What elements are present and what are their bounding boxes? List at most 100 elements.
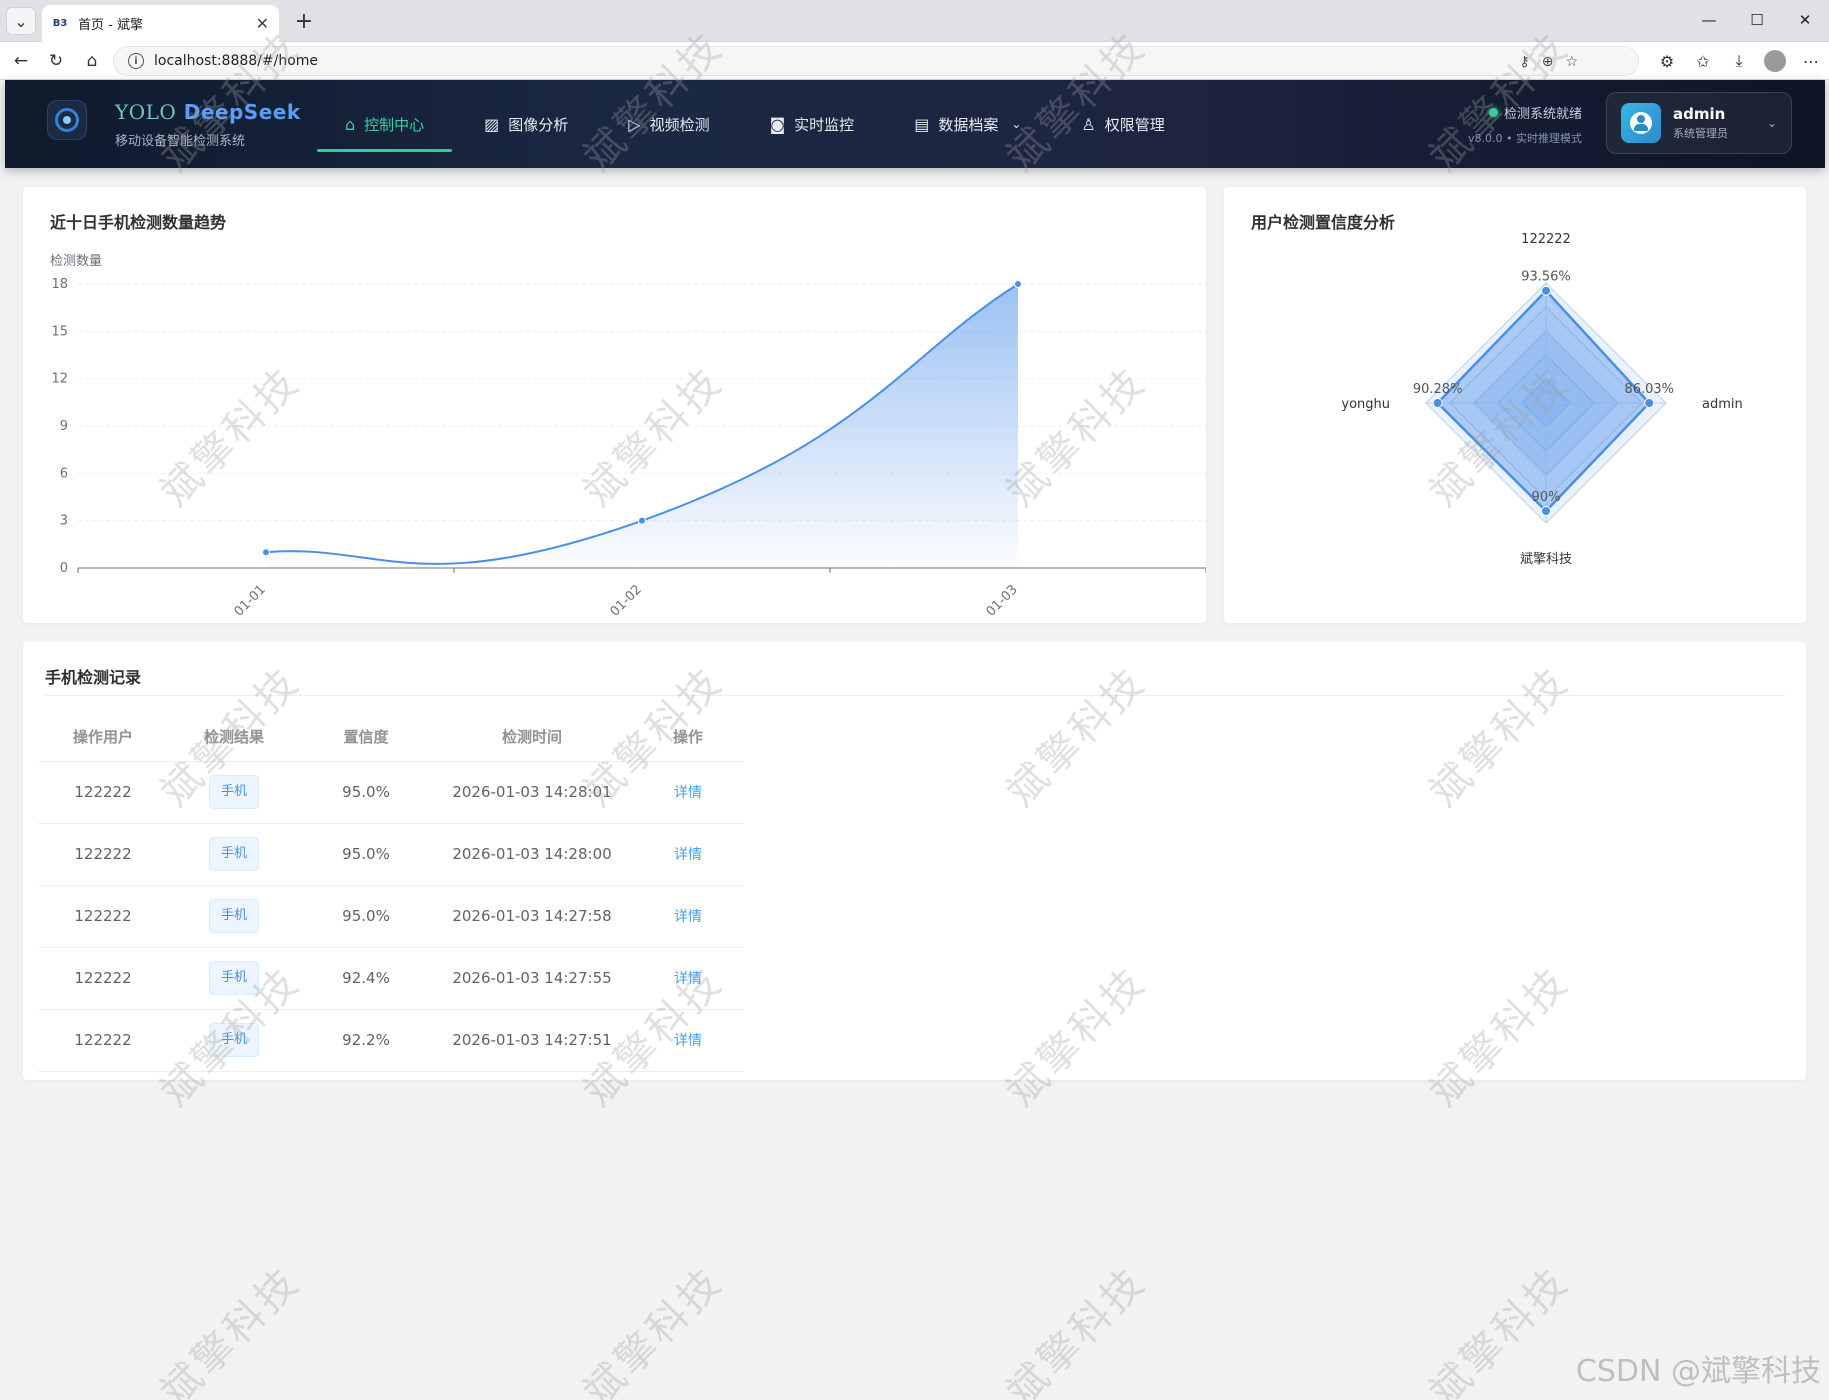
maximize-icon[interactable]: ☐ (1733, 0, 1781, 40)
result-tag: 手机 (208, 899, 259, 933)
user-name: admin (1673, 105, 1726, 123)
nav-label: 视频检测 (649, 115, 710, 134)
data-point[interactable] (262, 548, 270, 557)
detail-link[interactable]: 详情 (674, 847, 702, 863)
more-icon[interactable]: ⋯ (1793, 52, 1829, 71)
download-icon[interactable]: ⤓ (1721, 51, 1757, 71)
table-row: 122222 手机 92.2% 2026-01-03 14:27:51 详情 (38, 1009, 744, 1072)
radar-indicator-label: 122222 (1521, 232, 1571, 247)
x-tick-label: 01-03 (984, 582, 1021, 619)
radar-indicator-label: 斌擎科技 (1520, 552, 1572, 567)
cell-action: 详情 (632, 885, 744, 948)
profile-avatar[interactable] (1764, 50, 1786, 72)
detail-link[interactable]: 详情 (674, 785, 702, 801)
cell-user: 122222 (38, 1009, 168, 1072)
close-window-icon[interactable]: ✕ (1781, 0, 1829, 40)
radar-point[interactable] (1541, 285, 1551, 296)
back-icon[interactable]: ← (9, 50, 33, 72)
cell-result: 手机 (168, 947, 300, 1010)
column-header: 操作 (632, 712, 744, 762)
chevron-down-icon: ⌄ (1766, 116, 1777, 130)
cell-result: 手机 (168, 823, 300, 886)
cell-confidence: 92.4% (300, 947, 432, 1010)
nav-realtime-monitor[interactable]: ◙ 实时监控 (740, 80, 885, 168)
extensions-icon[interactable]: ⚙ (1649, 52, 1685, 71)
cell-user: 122222 (38, 885, 168, 948)
data-point[interactable] (638, 516, 646, 525)
column-header: 检测时间 (432, 712, 632, 762)
key-icon[interactable]: ⚷ (1519, 54, 1529, 70)
zoom-icon[interactable]: ⊕ (1542, 54, 1554, 70)
y-tick-label: 15 (51, 324, 68, 339)
detail-link[interactable]: 详情 (674, 971, 702, 987)
radar-indicator-label: yonghu (1341, 397, 1390, 412)
y-tick-label: 12 (51, 372, 68, 387)
nav-data-archive[interactable]: ▤ 数据档案 ⌄ (884, 80, 1051, 168)
home-icon[interactable]: ⌂ (80, 50, 104, 72)
nav-image-analysis[interactable]: ▨ 图像分析 (454, 80, 598, 168)
user-menu[interactable]: admin 系统管理员 ⌄ (1606, 92, 1792, 154)
reload-icon[interactable]: ↻ (44, 50, 68, 72)
radar-point[interactable] (1432, 398, 1443, 408)
detail-link[interactable]: 详情 (674, 1033, 702, 1049)
home-icon: ⌂ (345, 114, 356, 134)
cell-result: 手机 (168, 885, 300, 948)
user-role: 系统管理员 (1673, 127, 1728, 140)
cell-confidence: 95.0% (300, 823, 432, 886)
nav-permission[interactable]: ♙ 权限管理 (1051, 80, 1194, 168)
cell-time: 2026-01-03 14:28:01 (432, 761, 632, 824)
new-tab-button[interactable]: + (290, 7, 318, 35)
trend-area (266, 284, 1018, 568)
cell-time: 2026-01-03 14:28:00 (432, 823, 632, 886)
result-tag: 手机 (208, 837, 259, 871)
cell-user: 122222 (38, 947, 168, 1010)
records-card: 手机检测记录 操作用户 检测结果 置信度 检测时间 操作 122222 手机 9… (23, 642, 1806, 1080)
chevron-down-icon: ⌄ (1011, 117, 1022, 131)
nav-label: 数据档案 (938, 115, 999, 134)
favorite-star-icon[interactable]: ☆ (1565, 54, 1578, 70)
brand-subtitle: 移动设备智能检测系统 (115, 134, 246, 149)
x-tick-label: 01-02 (608, 582, 645, 619)
play-circle-icon: ▷ (628, 114, 641, 134)
browser-tab[interactable]: B3 首页 - 斌擎 ✕ (42, 5, 279, 42)
result-tag: 手机 (208, 1023, 259, 1057)
app-header: YOLO DeepSeek 移动设备智能检测系统 ⌂ 控制中心 ▨ 图像分析 ▷… (5, 80, 1825, 168)
cell-user: 122222 (38, 823, 168, 886)
cell-action: 详情 (632, 947, 744, 1010)
radar-point[interactable] (1541, 506, 1551, 516)
site-info-icon[interactable]: i (128, 53, 144, 69)
cell-action: 详情 (632, 823, 744, 886)
cell-action: 详情 (632, 761, 744, 824)
table-row: 122222 手机 95.0% 2026-01-03 14:27:58 详情 (38, 885, 744, 948)
favorites-icon[interactable]: ✩ (1685, 52, 1721, 71)
brand-main: DeepSeek (183, 100, 301, 124)
radar-value-label: 93.56% (1521, 270, 1571, 285)
y-tick-label: 3 (60, 514, 68, 529)
user-icon: ♙ (1081, 114, 1096, 134)
browser-tab-bar: ⌄ B3 首页 - 斌擎 ✕ + — ☐ ✕ (0, 0, 1829, 42)
cell-result: 手机 (168, 761, 300, 824)
close-tab-icon[interactable]: ✕ (256, 14, 269, 33)
nav-dashboard[interactable]: ⌂ 控制中心 (315, 80, 454, 168)
radar-value-label: 86.03% (1624, 382, 1674, 397)
nav-label: 权限管理 (1104, 115, 1165, 134)
radar-point[interactable] (1644, 398, 1655, 408)
data-point[interactable] (1014, 280, 1022, 288)
trend-chart-card: 近十日手机检测数量趋势 检测数量 0 3 6 9 12 15 18 01-01 01-02 01… (23, 187, 1206, 623)
tab-list-button[interactable]: ⌄ (6, 7, 36, 35)
tab-title: 首页 - 斌擎 (78, 18, 143, 33)
result-tag: 手机 (208, 775, 259, 809)
y-tick-label: 9 (60, 419, 68, 434)
document-icon: ▤ (914, 114, 930, 134)
minimize-icon[interactable]: — (1685, 0, 1733, 40)
radar-value-label: 90.28% (1413, 382, 1463, 397)
cell-confidence: 92.2% (300, 1009, 432, 1072)
browser-toolbar: ← ↻ ⌂ i localhost:8888/#/home ⚷ ⊕ ☆ ⚙ ✩ … (0, 42, 1829, 80)
watermark-text: 斌擎科技 (1421, 1258, 1579, 1400)
x-tick-label: 01-01 (232, 582, 269, 619)
records-table: 操作用户 检测结果 置信度 检测时间 操作 122222 手机 95.0% 20… (38, 712, 744, 1072)
records-title: 手机检测记录 (45, 668, 142, 687)
detail-link[interactable]: 详情 (674, 909, 702, 925)
nav-video-detection[interactable]: ▷ 视频检测 (598, 80, 739, 168)
address-bar[interactable]: i localhost:8888/#/home ⚷ ⊕ ☆ (113, 46, 1639, 76)
